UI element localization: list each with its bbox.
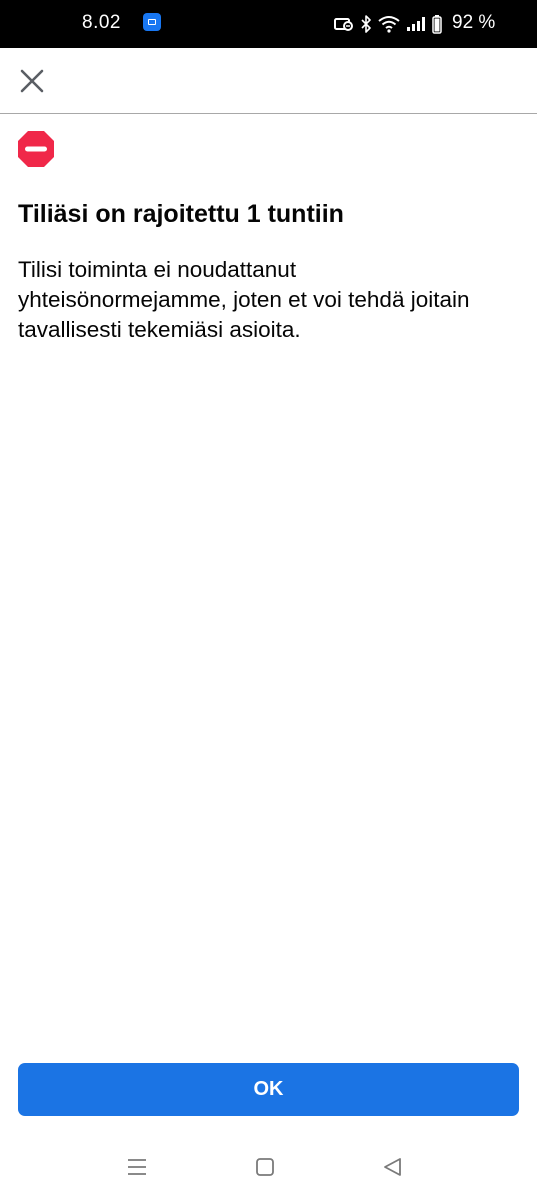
menu-button[interactable] [124, 1154, 150, 1180]
cast-icon [334, 16, 354, 32]
home-icon [252, 1154, 278, 1180]
home-button[interactable] [252, 1154, 278, 1180]
close-icon [15, 64, 49, 98]
back-icon [380, 1154, 406, 1180]
wifi-icon [378, 15, 400, 33]
page-title: Tiliäsi on rajoitettu 1 tuntiin [18, 200, 344, 228]
restriction-description: Tilisi toiminta ei noudattanut yhteisöno… [18, 257, 470, 342]
status-bar: 8.02 92 % [0, 0, 537, 48]
bluetooth-icon [360, 15, 372, 33]
ok-button[interactable]: OK [18, 1063, 519, 1116]
battery-icon [432, 14, 442, 34]
back-button[interactable] [380, 1154, 406, 1180]
battery-percentage: 92 % [452, 12, 496, 33]
navigation-bar [0, 1140, 537, 1200]
facebook-notification-icon [143, 13, 161, 31]
close-button[interactable] [15, 64, 49, 98]
signal-icon [406, 16, 426, 32]
restricted-icon [17, 130, 55, 168]
status-time: 8.02 [82, 12, 121, 33]
top-bar [0, 48, 537, 114]
menu-icon [124, 1154, 150, 1180]
status-icons [334, 0, 442, 48]
